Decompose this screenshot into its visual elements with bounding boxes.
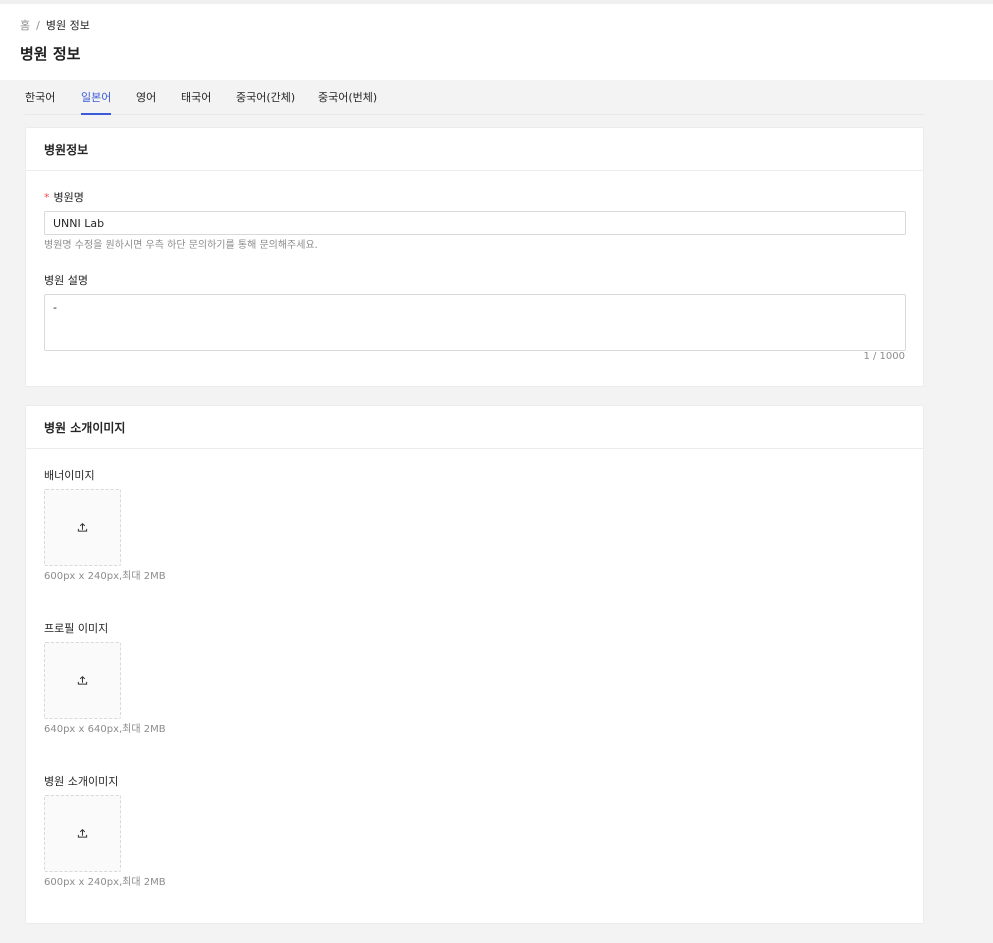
hospital-name-help: 병원명 수정을 원하시면 우측 하단 문의하기를 통해 문의해주세요. [44,240,318,251]
tab-japanese[interactable]: 일본어 [81,89,112,115]
banner-image-upload[interactable] [44,489,121,566]
hospital-description-label: 병원 설명 [44,274,88,287]
language-tabs: 한국어 일본어 영어 태국어 중국어(간체) 중국어(번체) [25,80,924,115]
tab-korean[interactable]: 한국어 [25,89,55,115]
upload-icon [77,828,88,838]
profile-image-hint: 640px x 640px,최대 2MB [44,724,166,735]
description-char-counter: 1 / 1000 [863,351,905,362]
profile-image-upload[interactable] [44,642,121,719]
intro-image-hint: 600px x 240px,최대 2MB [44,877,166,888]
breadcrumb-separator: / [36,18,40,32]
intro-image-label: 병원 소개이미지 [44,775,119,788]
hospital-images-card: 병원 소개이미지 배너이미지 600px x 240px,최대 2MB 프로필 … [25,405,924,924]
page-header: 홈 / 병원 정보 병원 정보 [0,4,993,80]
upload-icon [77,522,88,532]
hospital-info-card: 병원정보 *병원명 병원명 수정을 원하시면 우측 하단 문의하기를 통해 문의… [25,127,924,387]
banner-image-label: 배너이미지 [44,469,95,482]
card-title: 병원 소개이미지 [26,406,923,449]
breadcrumb: 홈 / 병원 정보 [20,17,90,33]
card-title: 병원정보 [26,128,923,171]
hospital-name-label-text: 병원명 [53,191,84,204]
hospital-name-input[interactable] [44,211,906,235]
page-title: 병원 정보 [20,45,81,63]
intro-image-upload[interactable] [44,795,121,872]
page: 홈 / 병원 정보 병원 정보 한국어 일본어 영어 태국어 중국어(간체) 중… [0,0,993,943]
tab-english[interactable]: 영어 [136,89,156,115]
breadcrumb-home[interactable]: 홈 [20,17,30,33]
tab-thai[interactable]: 태국어 [181,89,211,115]
upload-icon [77,675,88,685]
required-mark: * [44,191,50,204]
banner-image-hint: 600px x 240px,최대 2MB [44,571,166,582]
breadcrumb-current: 병원 정보 [45,19,90,32]
tab-chinese-traditional[interactable]: 중국어(번체) [318,89,377,115]
hospital-name-label: * 병원명 [44,189,84,205]
profile-image-label: 프로필 이미지 [44,622,109,635]
tab-chinese-simplified[interactable]: 중국어(간체) [236,89,295,115]
hospital-description-textarea[interactable]: - [44,294,906,351]
